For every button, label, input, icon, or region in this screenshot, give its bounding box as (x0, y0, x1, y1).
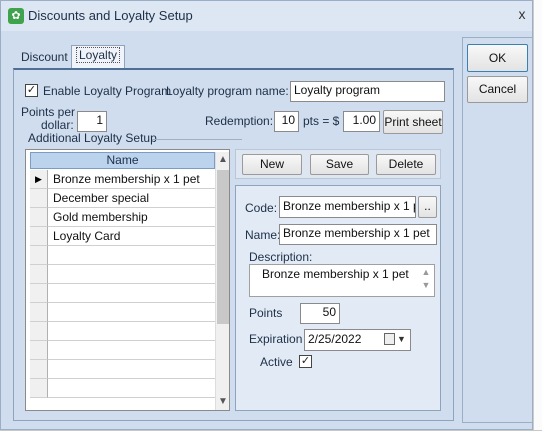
active-label: Active (260, 355, 293, 369)
redemption-label: Redemption: (205, 114, 274, 128)
tab-loyalty-label: Loyalty (76, 47, 121, 63)
description-label: Description: (249, 250, 313, 264)
row-selector[interactable] (30, 303, 48, 322)
row-selector[interactable] (30, 379, 48, 398)
expiration-label: Expiration (249, 332, 303, 346)
redemption-equals-label: pts = $ (303, 114, 340, 128)
code-label: Code: (245, 201, 278, 215)
redemption-dollars-input[interactable]: 1.00 (343, 111, 380, 132)
chevron-down-icon[interactable]: ▼ (397, 331, 406, 348)
table-row[interactable] (48, 246, 215, 265)
additional-setup-label: Additional Loyalty Setup (28, 131, 157, 145)
name-input[interactable]: Bronze membership x 1 pet (279, 224, 437, 245)
points-input[interactable]: 50 (300, 303, 340, 324)
redemption-points-input[interactable]: 10 (274, 111, 299, 132)
grid-scrollbar[interactable]: ▲ ▼ (215, 152, 229, 410)
row-selector[interactable] (30, 208, 48, 227)
scroll-thumb[interactable] (217, 170, 229, 324)
background-line (0, 430, 542, 436)
cancel-button[interactable]: Cancel (467, 76, 528, 103)
enable-loyalty-checkbox[interactable]: ✓ (25, 84, 38, 97)
dialog-window: ✿ Discounts and Loyalty Setup x Discount… (0, 0, 533, 430)
row-selector[interactable] (30, 227, 48, 246)
ok-button[interactable]: OK (467, 44, 528, 72)
table-row[interactable] (48, 379, 215, 398)
description-text: Bronze membership x 1 pet (262, 267, 409, 281)
points-per-dollar-input[interactable]: 1 (77, 111, 107, 132)
expiration-date-text: 2/25/2022 (308, 332, 362, 346)
background-strip (533, 0, 542, 436)
window-title: Discounts and Loyalty Setup (28, 8, 193, 23)
table-row[interactable] (48, 265, 215, 284)
row-selector[interactable] (30, 246, 48, 265)
loyalty-programs-grid: Name ▶ Bronze membership x 1 pet December … (25, 149, 230, 411)
table-row[interactable]: December special (48, 189, 215, 208)
scroll-down-icon[interactable]: ▼ (216, 394, 230, 410)
calendar-icon[interactable] (384, 333, 395, 345)
row-selector[interactable] (30, 284, 48, 303)
scroll-up-icon[interactable]: ▲ (216, 152, 230, 168)
row-selector[interactable]: ▶ (30, 170, 48, 189)
new-button[interactable]: New (242, 154, 302, 175)
table-row[interactable] (48, 341, 215, 360)
row-selector[interactable] (30, 341, 48, 360)
print-sheet-button[interactable]: Print sheet (383, 110, 443, 134)
row-selector[interactable] (30, 189, 48, 208)
code-input[interactable]: Bronze membership x 1 pet (279, 196, 416, 218)
table-row[interactable]: Bronze membership x 1 pet (48, 170, 215, 189)
row-selector[interactable] (30, 322, 48, 341)
title-bar: ✿ Discounts and Loyalty Setup x (1, 1, 532, 31)
table-row[interactable]: Gold membership (48, 208, 215, 227)
tab-loyalty[interactable]: Loyalty (71, 45, 126, 69)
tab-discount[interactable]: Discount (17, 48, 72, 68)
name-label: Name: (245, 228, 281, 242)
table-row[interactable] (48, 360, 215, 379)
save-button[interactable]: Save (310, 154, 369, 175)
row-selector[interactable] (30, 265, 48, 284)
table-row[interactable]: Loyalty Card (48, 227, 215, 246)
groupbox-line (152, 139, 242, 140)
code-browse-button[interactable]: .. (418, 196, 437, 218)
row-selector[interactable] (30, 360, 48, 379)
program-name-input[interactable]: Loyalty program (290, 81, 445, 102)
enable-loyalty-label: Enable Loyalty Program (43, 84, 172, 98)
table-row[interactable] (48, 284, 215, 303)
action-button-bar: New Save Delete (235, 149, 441, 179)
description-scrollbar[interactable]: ▲ ▼ (420, 266, 432, 296)
close-button[interactable]: x (515, 6, 529, 22)
table-row[interactable] (48, 322, 215, 341)
delete-button[interactable]: Delete (376, 154, 436, 175)
grid-header-name[interactable]: Name (30, 152, 215, 169)
detail-panel: Code: Bronze membership x 1 pet .. Name:… (235, 185, 441, 411)
app-icon: ✿ (8, 8, 24, 24)
program-name-label: Loyalty program name: (166, 84, 289, 98)
description-textarea[interactable]: Bronze membership x 1 pet ▲ ▼ (249, 264, 435, 297)
table-row[interactable] (48, 303, 215, 322)
active-checkbox[interactable]: ✓ (299, 355, 312, 368)
expiration-date-input[interactable]: 2/25/2022 ▼ (304, 329, 411, 351)
points-label: Points (249, 306, 283, 320)
